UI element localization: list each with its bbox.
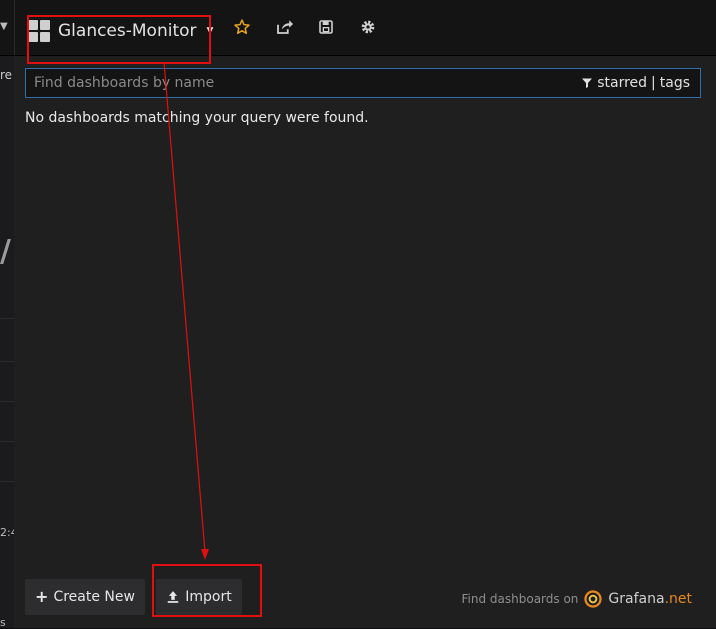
save-icon[interactable] <box>316 16 336 38</box>
background-gridline <box>0 441 14 442</box>
filter-icon <box>582 78 593 88</box>
gear-icon[interactable] <box>358 16 378 38</box>
background-gridline <box>0 401 14 402</box>
navbar-divider <box>14 0 15 55</box>
annotation-box-dashboard-title <box>27 15 211 64</box>
background-gridline <box>0 361 14 362</box>
star-icon[interactable] <box>232 16 252 38</box>
grafana-logo-icon <box>584 590 603 608</box>
background-gridline <box>0 481 14 482</box>
tags-filter-link[interactable]: tags <box>660 75 690 91</box>
background-text-fragment: / <box>0 234 11 269</box>
plus-icon: + <box>35 587 49 606</box>
create-new-label: Create New <box>53 589 135 605</box>
grafana-tld: .net <box>664 591 692 607</box>
background-gridline <box>0 318 14 319</box>
create-new-button[interactable]: + Create New <box>25 579 145 615</box>
grafana-net-link[interactable]: Find dashboards on Grafana.net <box>461 590 692 608</box>
find-dashboards-text: Find dashboards on <box>461 592 579 606</box>
search-box: starred | tags <box>25 68 701 98</box>
chevron-down-icon[interactable]: ▼ <box>0 20 10 34</box>
search-filters: starred | tags <box>581 75 690 91</box>
background-text-fragment: re <box>0 68 13 82</box>
share-icon[interactable] <box>274 16 294 38</box>
empty-results-message: No dashboards matching your query were f… <box>25 110 369 126</box>
grafana-word: Grafana <box>608 591 665 607</box>
background-dashboard-peek: re / 2:4 s <box>0 56 18 629</box>
filter-separator: | <box>651 75 656 91</box>
search-input[interactable] <box>26 69 582 97</box>
starred-filter-link[interactable]: starred <box>597 75 647 91</box>
annotation-box-import <box>152 564 262 617</box>
dashboard-search-panel: starred | tags No dashboards matching yo… <box>14 56 716 628</box>
background-text-fragment: s <box>0 616 6 629</box>
